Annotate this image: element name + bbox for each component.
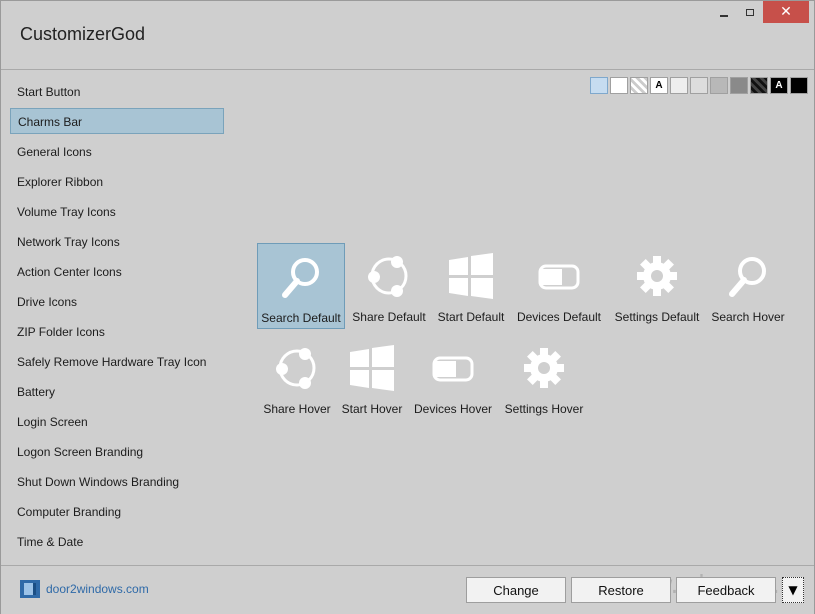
app-title: CustomizerGod [20, 24, 146, 44]
swatch-letter: A [775, 80, 783, 91]
swatch-gray-3[interactable] [730, 77, 748, 94]
icon-tile-settings-hover[interactable]: Settings Hover [500, 335, 588, 421]
windows-start-icon [449, 253, 493, 299]
swatch-checker-light[interactable] [630, 77, 648, 94]
gear-icon [637, 256, 677, 296]
sidebar-item-time-date[interactable]: Time & Date [10, 529, 224, 555]
restore-button[interactable]: Restore [571, 577, 671, 603]
minimize-icon [720, 15, 728, 17]
sidebar-item-start-button[interactable]: Start Button [10, 79, 224, 105]
sidebar-item-safely-remove-hardware[interactable]: Safely Remove Hardware Tray Icon [10, 349, 224, 375]
feedback-dropdown-button[interactable]: ▼ [782, 577, 804, 603]
close-icon: ✕ [780, 4, 792, 20]
sidebar-item-action-center-icons[interactable]: Action Center Icons [10, 259, 224, 285]
icon-label: Search Hover [711, 310, 785, 324]
icon-tile-devices-hover[interactable]: Devices Hover [409, 335, 497, 421]
sidebar-item-shut-down-branding[interactable]: Shut Down Windows Branding [10, 469, 224, 495]
share-icon [276, 348, 316, 389]
gear-icon [524, 348, 564, 388]
icon-tile-search-default[interactable]: Search Default [257, 243, 345, 329]
icon-tile-search-hover[interactable]: Search Hover [704, 243, 792, 329]
swatch-light-blue[interactable] [590, 77, 608, 94]
swatch-letter: A [655, 80, 663, 91]
swatch-white[interactable] [610, 77, 628, 94]
swatch-checker-dark[interactable] [750, 77, 768, 94]
swatch-gray-2[interactable] [710, 77, 728, 94]
sidebar-item-computer-branding[interactable]: Computer Branding [10, 499, 224, 525]
sidebar-item-drive-icons[interactable]: Drive Icons [10, 289, 224, 315]
icon-tile-start-default[interactable]: Start Default [427, 243, 515, 329]
background-swatches: A A [590, 77, 808, 94]
category-sidebar: Start Button Charms Bar General Icons Ex… [1, 70, 233, 565]
feedback-button[interactable]: Feedback [676, 577, 776, 603]
footer-bar: door2windows.com www.wincore.ru Change R… [1, 565, 814, 614]
sidebar-item-logon-screen-branding[interactable]: Logon Screen Branding [10, 439, 224, 465]
swatch-black[interactable] [790, 77, 808, 94]
chevron-down-icon: ▼ [788, 583, 798, 597]
icon-tile-settings-default[interactable]: Settings Default [613, 243, 701, 329]
sidebar-item-explorer-ribbon[interactable]: Explorer Ribbon [10, 169, 224, 195]
sidebar-item-volume-tray-icons[interactable]: Volume Tray Icons [10, 199, 224, 225]
swatch-white-text[interactable]: A [650, 77, 668, 94]
swatch-light-gray[interactable] [670, 77, 688, 94]
sidebar-item-network-tray-icons[interactable]: Network Tray Icons [10, 229, 224, 255]
icon-label: Settings Hover [504, 402, 584, 416]
brand-link[interactable]: door2windows.com [20, 580, 149, 598]
app-window: CustomizerGod ✕ Start Button Charms Bar … [0, 0, 815, 614]
windows-start-icon [350, 345, 394, 391]
devices-icon [432, 356, 474, 382]
close-button[interactable]: ✕ [763, 1, 809, 23]
change-button[interactable]: Change [466, 577, 566, 603]
sidebar-item-battery[interactable]: Battery [10, 379, 224, 405]
swatch-black-text[interactable]: A [770, 77, 788, 94]
sidebar-item-zip-folder-icons[interactable]: ZIP Folder Icons [10, 319, 224, 345]
icon-tile-devices-default[interactable]: Devices Default [515, 243, 603, 329]
door2windows-logo-icon [20, 580, 40, 598]
maximize-button[interactable] [739, 1, 761, 23]
minimize-button[interactable] [713, 1, 735, 23]
search-icon [282, 258, 319, 298]
share-icon [368, 256, 408, 297]
devices-icon [538, 264, 580, 290]
maximize-icon [746, 8, 754, 16]
search-icon [729, 257, 766, 297]
sidebar-item-general-icons[interactable]: General Icons [10, 139, 224, 165]
sidebar-item-charms-bar[interactable]: Charms Bar [10, 108, 224, 134]
sidebar-item-login-screen[interactable]: Login Screen [10, 409, 224, 435]
title-bar: CustomizerGod ✕ [1, 1, 814, 70]
swatch-gray-1[interactable] [690, 77, 708, 94]
icon-label: Devices Default [516, 310, 602, 324]
brand-text: door2windows.com [46, 582, 149, 596]
